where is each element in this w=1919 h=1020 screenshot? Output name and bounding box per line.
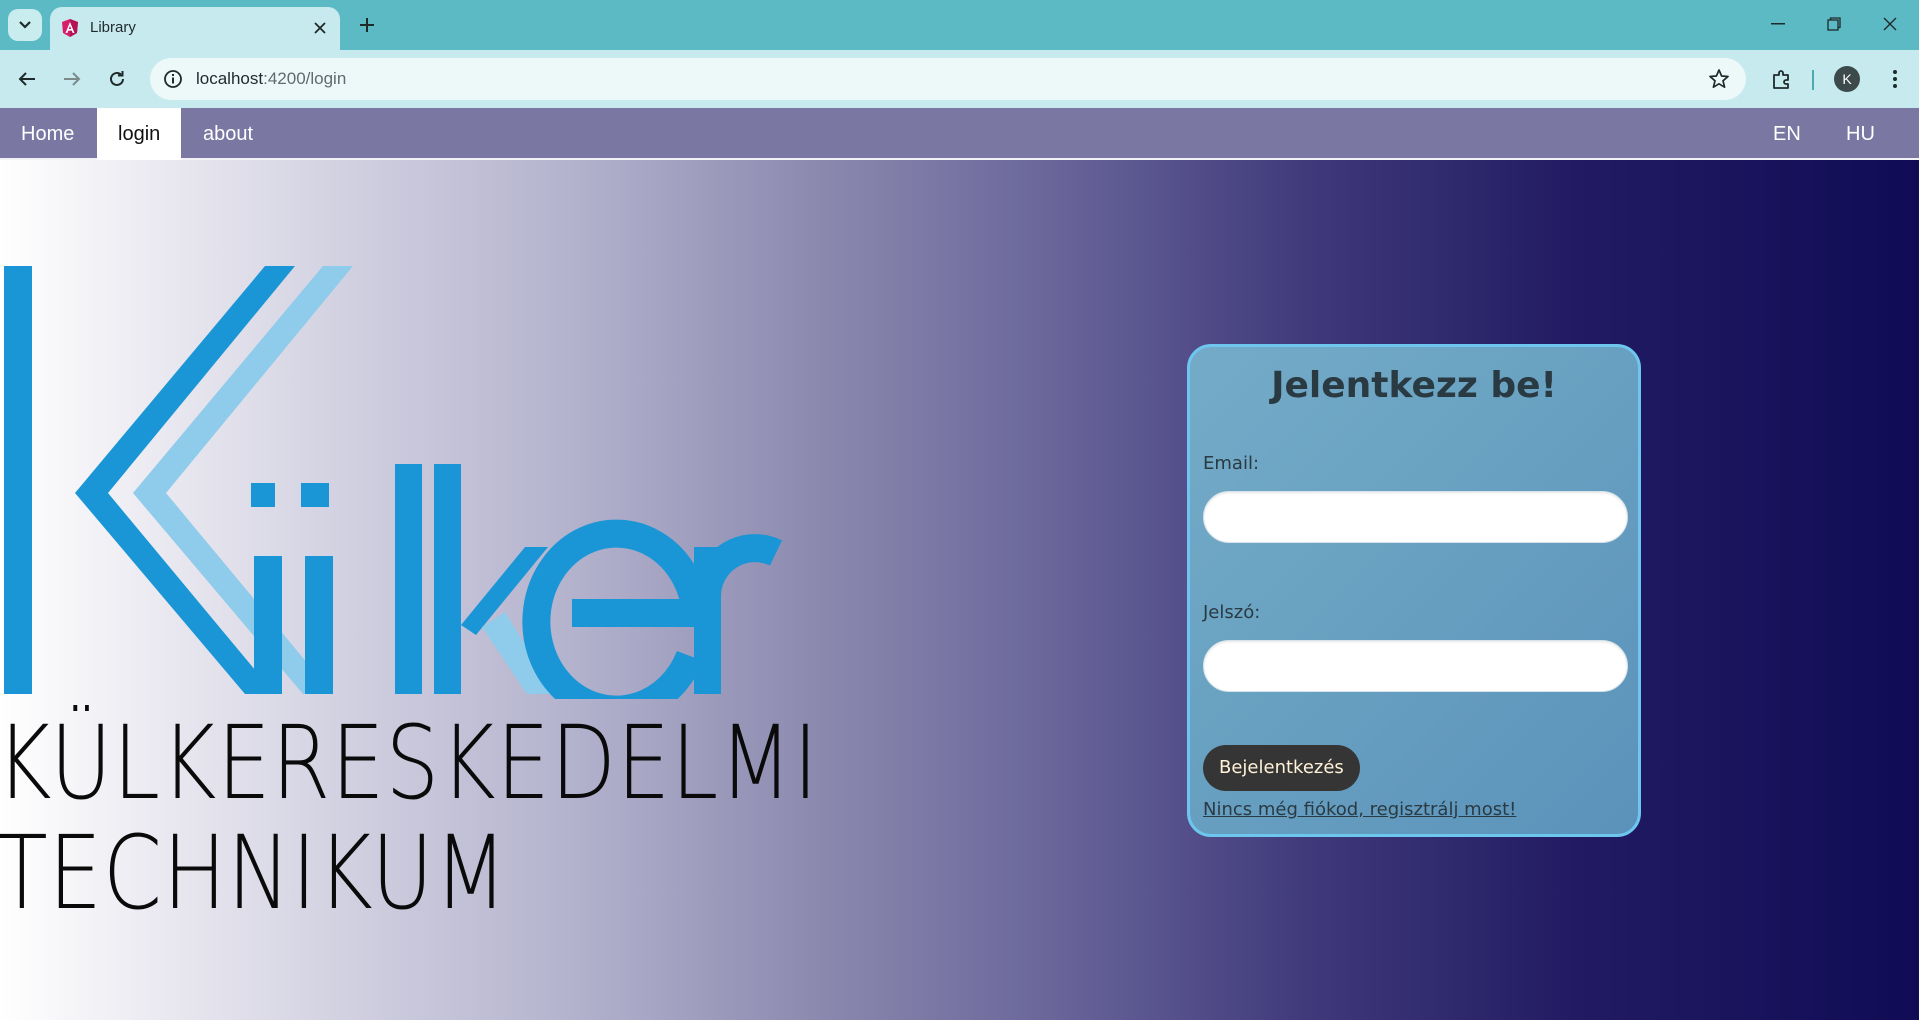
browser-menu-button[interactable]: [1880, 63, 1910, 95]
close-icon: [314, 22, 326, 34]
kulker-logo: [4, 266, 783, 699]
reload-icon: [110, 71, 124, 86]
page-viewport: Home login about EN HU KÜLKERESKEDELMI T…: [0, 108, 1919, 1020]
nav-home[interactable]: Home: [0, 108, 95, 160]
toolbar-separator: [1812, 70, 1814, 90]
main-navbar: Home login about EN HU: [0, 108, 1919, 160]
browser-toolbar: localhost:4200/login K: [0, 50, 1919, 108]
tab-title: Library: [90, 19, 136, 36]
url-path: :4200/login: [263, 69, 347, 88]
password-label: Jelszó:: [1203, 602, 1261, 623]
register-link[interactable]: Nincs még fiókod, regisztrálj most!: [1203, 799, 1516, 820]
url-text[interactable]: localhost:4200/login: [196, 69, 346, 89]
close-window-button[interactable]: [1870, 6, 1910, 42]
password-field[interactable]: [1203, 640, 1628, 692]
email-field[interactable]: [1203, 491, 1628, 543]
profile-avatar[interactable]: K: [1834, 66, 1860, 92]
browser-tab-active[interactable]: Library: [50, 7, 340, 50]
new-tab-button[interactable]: [352, 10, 382, 40]
logo-line-1: KÜLKERESKEDELMI: [0, 704, 819, 823]
url-host: localhost: [196, 69, 264, 88]
login-title: Jelentkezz be!: [1271, 365, 1557, 406]
tab-close-button[interactable]: [310, 18, 330, 38]
extensions-button[interactable]: [1766, 63, 1798, 95]
login-card: Jelentkezz be! Email: Jelszó: Bejelentke…: [1187, 344, 1641, 837]
puzzle-icon: [1773, 70, 1789, 89]
address-bar[interactable]: localhost:4200/login: [150, 58, 1746, 100]
arrow-left-icon: [18, 72, 35, 86]
restore-icon: [1827, 17, 1841, 31]
back-button[interactable]: [10, 62, 44, 96]
logo-line-2: TECHNIKUM: [0, 814, 509, 933]
tab-search-button[interactable]: [8, 9, 42, 41]
minimize-icon: [1771, 23, 1785, 25]
chevron-down-icon: [19, 21, 31, 29]
login-button[interactable]: Bejelentkezés: [1203, 745, 1360, 791]
nav-about[interactable]: about: [182, 108, 274, 160]
reload-button[interactable]: [100, 62, 134, 96]
email-label: Email:: [1203, 453, 1260, 474]
minimize-button[interactable]: [1758, 6, 1798, 42]
nav-login[interactable]: login: [97, 108, 182, 160]
lang-en[interactable]: EN: [1752, 108, 1822, 160]
browser-tab-strip: Library: [0, 0, 1919, 50]
more-vertical-icon: [1893, 70, 1897, 88]
site-info-icon[interactable]: [162, 68, 184, 90]
plus-icon: [360, 18, 374, 32]
restore-button[interactable]: [1814, 6, 1854, 42]
lang-hu[interactable]: HU: [1825, 108, 1896, 160]
forward-button[interactable]: [55, 62, 89, 96]
arrow-right-icon: [64, 72, 81, 86]
close-icon: [1883, 17, 1897, 31]
bookmark-star-icon[interactable]: [1708, 68, 1730, 90]
angular-favicon-icon: [62, 19, 78, 37]
